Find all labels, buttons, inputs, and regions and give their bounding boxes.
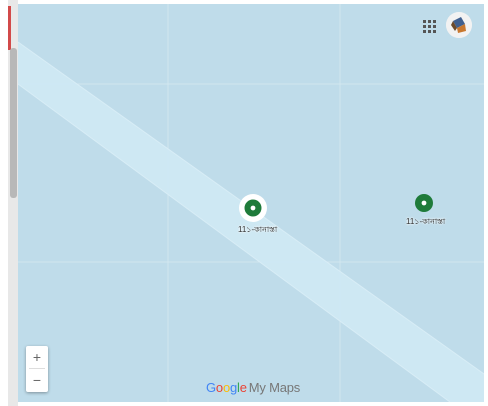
marker-label: 11১-কানাস্তা xyxy=(238,225,278,234)
place-marker-icon xyxy=(415,194,433,212)
place-marker-icon xyxy=(239,194,267,222)
logo-letter: o xyxy=(222,380,230,395)
account-avatar[interactable] xyxy=(446,12,472,38)
logo-letter: g xyxy=(229,380,238,395)
map-marker-selected[interactable] xyxy=(238,193,268,223)
apps-button[interactable] xyxy=(418,15,440,37)
map-canvas[interactable]: 11১-কানাস্তা 11১-কানাস্তা + − Google My … xyxy=(18,4,484,402)
my-maps-embed: 11১-কানাস্তা 11১-কানাস্তা + − Google My … xyxy=(0,0,488,406)
apps-grid-icon xyxy=(422,19,436,33)
map-marker[interactable] xyxy=(412,191,436,215)
zoom-out-button[interactable]: − xyxy=(26,369,48,391)
left-scroll-strip xyxy=(8,0,18,406)
red-edge-marker xyxy=(8,6,11,50)
logo-letter: G xyxy=(206,380,216,395)
account-avatar-icon xyxy=(446,12,472,38)
scrollbar-thumb[interactable] xyxy=(10,48,17,198)
logo-letter: o xyxy=(215,380,223,395)
logo-letter: e xyxy=(239,380,247,395)
zoom-control: + − xyxy=(26,346,48,392)
google-my-maps-logo[interactable]: Google My Maps xyxy=(206,380,300,398)
product-name: My Maps xyxy=(248,380,301,395)
marker-label: 11১-কানাস্তা xyxy=(406,217,446,226)
zoom-in-button[interactable]: + xyxy=(26,346,48,368)
